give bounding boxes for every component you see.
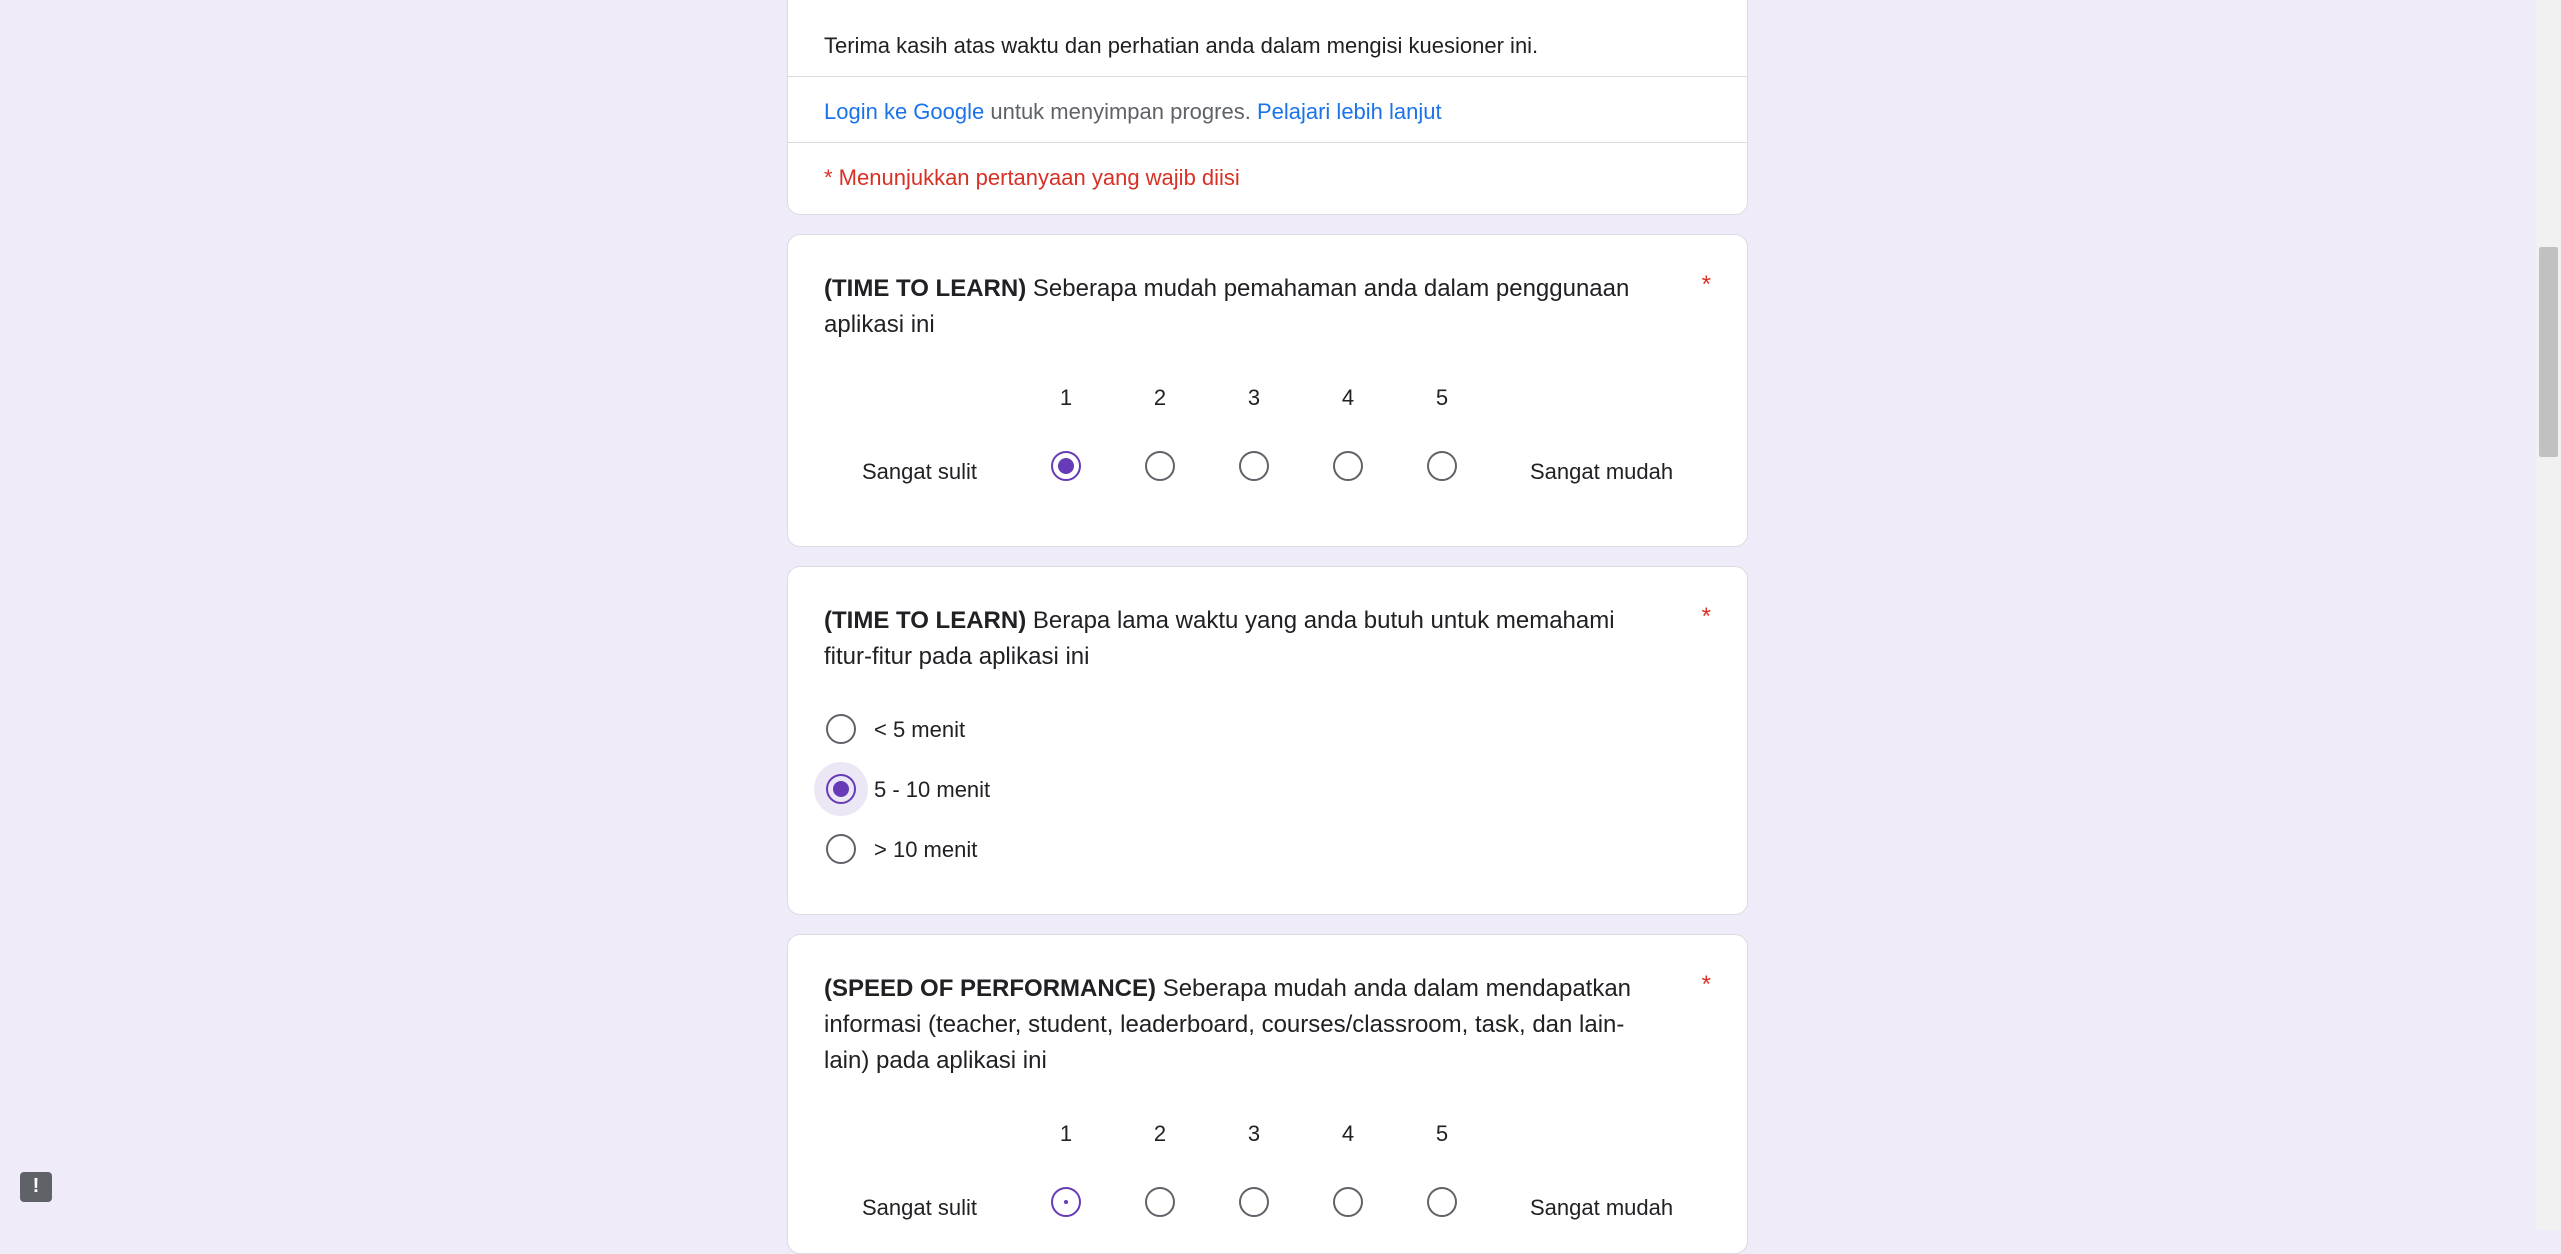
scale-label-4: 4 xyxy=(1341,385,1355,410)
scale-radio-2[interactable] xyxy=(1145,1187,1175,1217)
form-description: Terima kasih atas waktu dan perhatian an… xyxy=(824,33,1539,58)
scale-label-3: 3 xyxy=(1247,385,1261,410)
scale-radio-5[interactable] xyxy=(1427,451,1457,481)
option-radio-2[interactable] xyxy=(826,774,856,804)
required-asterisk: * xyxy=(1701,271,1711,298)
scale-low-label: Sangat sulit xyxy=(862,459,977,484)
question-card-1: (TIME TO LEARN) Seberapa mudah pemahaman… xyxy=(787,234,1748,547)
scale-radio-1[interactable] xyxy=(1051,451,1081,481)
login-google-link[interactable]: Login ke Google xyxy=(824,99,984,124)
scale-label-2: 2 xyxy=(1153,385,1167,410)
divider xyxy=(788,76,1747,77)
login-notice-text: untuk menyimpan progres. xyxy=(990,99,1251,124)
required-note: * Menunjukkan pertanyaan yang wajib diis… xyxy=(824,165,1240,190)
question-card-2: (TIME TO LEARN) Berapa lama waktu yang a… xyxy=(787,566,1748,915)
question-card-3: (SPEED OF PERFORMANCE) Seberapa mudah an… xyxy=(787,934,1748,1254)
scale-radio-3[interactable] xyxy=(1239,1187,1269,1217)
question-tag: (TIME TO LEARN) xyxy=(824,275,1027,302)
feedback-icon[interactable]: ! xyxy=(20,1172,52,1202)
scale-radio-4[interactable] xyxy=(1333,1187,1363,1217)
scale-label-5: 5 xyxy=(1435,1121,1449,1146)
question-title: (TIME TO LEARN) Berapa lama waktu yang a… xyxy=(824,603,1659,675)
learn-more-link[interactable]: Pelajari lebih lanjut xyxy=(1257,99,1442,124)
page-scrollbar[interactable] xyxy=(2536,0,2561,1230)
question-tag: (SPEED OF PERFORMANCE) xyxy=(824,975,1157,1002)
scale-high-label: Sangat mudah xyxy=(1530,459,1674,484)
scale-label-1: 1 xyxy=(1059,385,1073,410)
scale-label-3: 3 xyxy=(1247,1121,1261,1146)
required-asterisk: * xyxy=(1701,971,1711,998)
question-tag: (TIME TO LEARN) xyxy=(824,607,1027,634)
scale-radio-1[interactable] xyxy=(1051,1187,1081,1217)
divider xyxy=(788,142,1747,143)
scale-high-label: Sangat mudah xyxy=(1530,1195,1674,1220)
scale-label-5: 5 xyxy=(1435,385,1449,410)
scale-radio-3[interactable] xyxy=(1239,451,1269,481)
option-label-2[interactable]: 5 - 10 menit xyxy=(874,777,990,803)
question-title: (TIME TO LEARN) Seberapa mudah pemahaman… xyxy=(824,271,1659,343)
scale-label-2: 2 xyxy=(1153,1121,1167,1146)
scale-radio-4[interactable] xyxy=(1333,451,1363,481)
option-label-3[interactable]: > 10 menit xyxy=(874,837,977,863)
login-notice: Login ke Google untuk menyimpan progres.… xyxy=(824,99,1711,125)
scale-low-label: Sangat sulit xyxy=(862,1195,977,1220)
option-radio-3[interactable] xyxy=(826,834,856,864)
option-label-1[interactable]: < 5 menit xyxy=(874,717,965,743)
option-radio-1[interactable] xyxy=(826,714,856,744)
question-title: (SPEED OF PERFORMANCE) Seberapa mudah an… xyxy=(824,971,1659,1079)
scale-label-1: 1 xyxy=(1059,1121,1073,1146)
scale-radio-2[interactable] xyxy=(1145,451,1175,481)
scrollbar-thumb[interactable] xyxy=(2539,247,2558,457)
scale-label-4: 4 xyxy=(1341,1121,1355,1146)
form-header-card: Terima kasih atas waktu dan perhatian an… xyxy=(787,0,1748,215)
scale-radio-5[interactable] xyxy=(1427,1187,1457,1217)
required-asterisk: * xyxy=(1701,603,1711,630)
